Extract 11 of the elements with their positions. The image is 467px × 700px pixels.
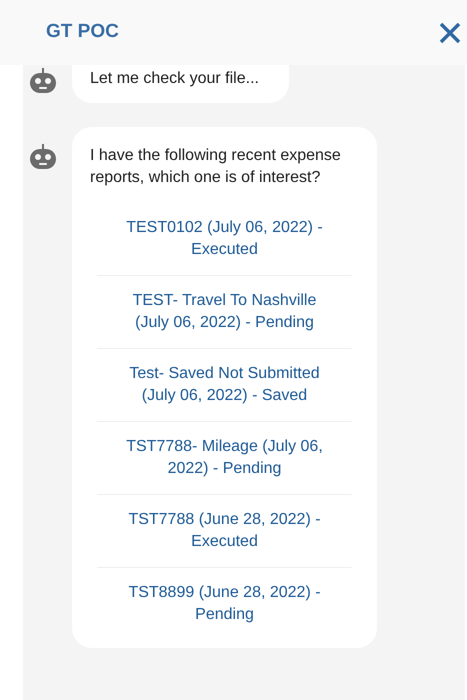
option-link[interactable]: TST8899 (June 28, 2022) - Pending — [97, 567, 352, 640]
option-link[interactable]: Test- Saved Not Submitted (July 06, 2022) - Saved — [97, 348, 352, 421]
close-icon — [438, 20, 462, 44]
chat-bubble: Let me check your file... — [72, 65, 289, 103]
option-link[interactable]: TST7788- Mileage (July 06, 2022) - Pending — [97, 421, 352, 494]
option-link[interactable]: TST7788 (June 28, 2022) - Executed — [97, 494, 352, 567]
window-title: GT POC — [46, 20, 119, 44]
robot-icon — [28, 143, 58, 171]
option-link[interactable]: TEST0102 (July 06, 2022) - Executed — [97, 203, 352, 275]
message-text: I have the following recent expense reports, which one is of interest? — [89, 146, 342, 188]
option-link[interactable]: TEST- Travel To Nashville (July 06, 2022) - Pending — [97, 275, 352, 348]
